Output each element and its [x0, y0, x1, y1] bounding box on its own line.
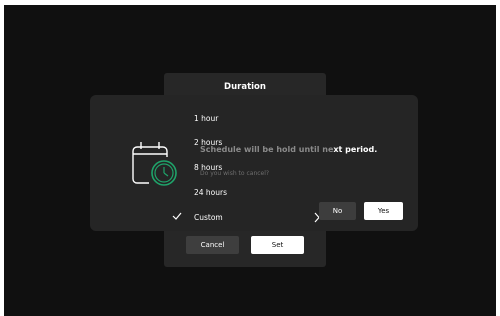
dialog-question: Do you wish to cancel?: [200, 170, 270, 177]
yes-button[interactable]: Yes: [364, 202, 403, 220]
dialog-message-part-a: Schedule will be hold until ne: [200, 145, 334, 154]
cancel-button[interactable]: Cancel: [186, 236, 239, 254]
check-icon: [172, 212, 182, 220]
option-custom[interactable]: Custom: [194, 213, 223, 222]
dialog-message: Schedule will be hold until next period.: [200, 145, 377, 154]
no-button[interactable]: No: [319, 202, 356, 220]
calendar-clock-icon: [132, 142, 177, 186]
set-button[interactable]: Set: [251, 236, 304, 254]
dialog-message-part-b: xt period.: [333, 145, 378, 154]
picker-title: Duration: [224, 82, 266, 92]
option-24-hours[interactable]: 24 hours: [194, 188, 227, 197]
option-1-hour[interactable]: 1 hour: [194, 114, 218, 123]
